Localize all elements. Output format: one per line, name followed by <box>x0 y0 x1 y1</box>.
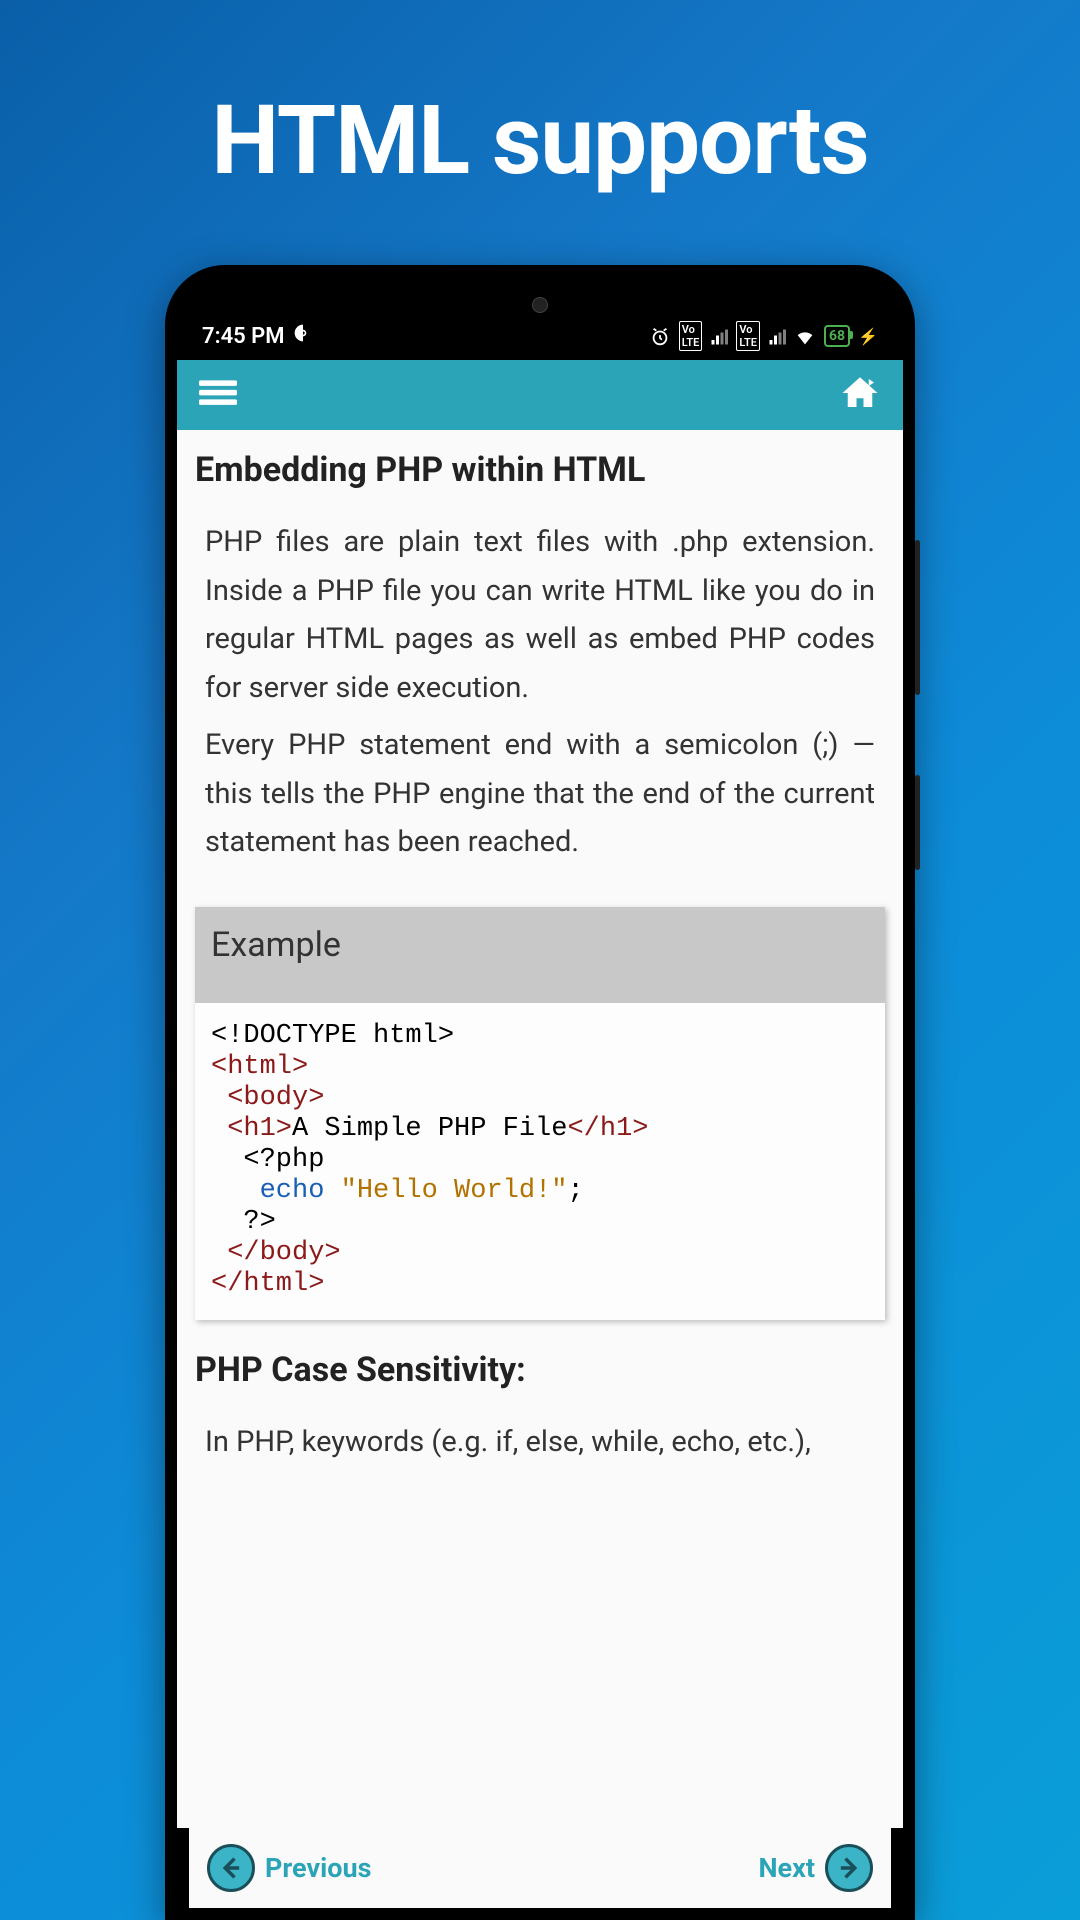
previous-button[interactable]: Previous <box>207 1844 372 1892</box>
code-punct: ; <box>567 1176 583 1206</box>
alarm-icon <box>649 324 671 349</box>
code-string: "Hello World!" <box>341 1176 568 1206</box>
next-button[interactable]: Next <box>758 1844 873 1892</box>
phone-screen: 7:45 PM VoLTE VoLTE <box>177 277 903 1908</box>
app-toolbar <box>177 360 903 430</box>
status-bar: 7:45 PM VoLTE VoLTE <box>177 312 903 360</box>
status-left: 7:45 PM <box>202 323 313 349</box>
notch <box>177 277 903 312</box>
signal-icon-1 <box>710 324 728 349</box>
battery-icon: 68 <box>824 325 850 347</box>
home-icon[interactable] <box>839 372 881 418</box>
code-line: <html> <box>211 1052 308 1082</box>
code-block: <!DOCTYPE html> <html> <body> <h1>A Simp… <box>195 1003 885 1320</box>
front-camera <box>532 297 548 313</box>
code-line: <h1> <box>211 1114 292 1144</box>
arrow-left-icon <box>207 1844 255 1892</box>
signal-icon-2 <box>768 324 786 349</box>
status-time: 7:45 PM <box>202 324 285 349</box>
hamburger-menu-icon[interactable] <box>199 374 237 416</box>
paragraph-3: In PHP, keywords (e.g. if, else, while, … <box>195 1418 885 1467</box>
code-line: </html> <box>211 1269 324 1299</box>
power-button <box>915 775 920 870</box>
bottom-nav: Previous Next <box>189 1828 891 1908</box>
promo-title: HTML supports <box>0 0 1080 197</box>
next-label: Next <box>758 1852 815 1884</box>
code-keyword: echo <box>260 1176 325 1206</box>
android-p-icon <box>293 323 313 349</box>
volume-button <box>915 540 920 695</box>
volte-icon-1: VoLTE <box>679 321 703 351</box>
heading-embedding-php: Embedding PHP within HTML <box>195 450 885 490</box>
code-line: </h1> <box>567 1114 648 1144</box>
wifi-icon <box>794 324 816 349</box>
content-area[interactable]: Embedding PHP within HTML PHP files are … <box>177 430 903 1828</box>
code-line: <?php <box>211 1145 324 1175</box>
paragraph-2: Every PHP statement end with a semicolon… <box>195 721 885 867</box>
example-box: Example <!DOCTYPE html> <html> <body> <h… <box>195 907 885 1320</box>
charging-icon: ⚡ <box>858 327 878 346</box>
volte-icon-2: VoLTE <box>736 321 760 351</box>
status-right: VoLTE VoLTE 68 ⚡ <box>649 321 878 351</box>
example-header: Example <box>195 907 885 1003</box>
code-line: <body> <box>211 1083 324 1113</box>
code-line: <!DOCTYPE html> <box>211 1021 454 1051</box>
code-line: ?> <box>211 1207 276 1237</box>
heading-case-sensitivity: PHP Case Sensitivity: <box>195 1350 885 1390</box>
phone-frame: 7:45 PM VoLTE VoLTE <box>165 265 915 1920</box>
arrow-right-icon <box>825 1844 873 1892</box>
code-text: A Simple PHP File <box>292 1114 567 1144</box>
code-line: </body> <box>211 1238 341 1268</box>
previous-label: Previous <box>265 1852 372 1884</box>
paragraph-1: PHP files are plain text files with .php… <box>195 518 885 713</box>
